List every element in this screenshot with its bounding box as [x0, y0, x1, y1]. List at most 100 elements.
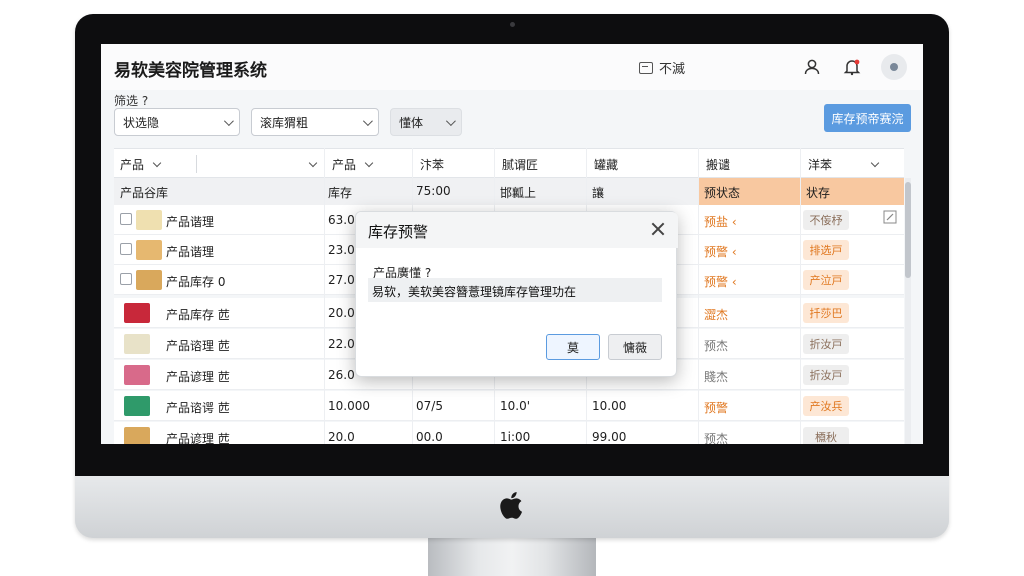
column-header-product[interactable]: 产品: [114, 149, 194, 179]
cell-value: 10.00: [592, 399, 627, 413]
subhead-cell: 状存: [806, 186, 831, 200]
status-label: 预杰: [704, 339, 729, 353]
stock-value: 27.0: [328, 273, 355, 287]
column-header-7[interactable]: 洋苯: [802, 149, 902, 179]
user-icon: [804, 59, 820, 75]
filter-select-2[interactable]: 滚库猬粗: [251, 108, 379, 136]
chevron-down-icon: [870, 158, 880, 167]
top-link-label: 不滅: [659, 62, 686, 77]
filter-select-3-value: 懂体: [399, 115, 424, 130]
row-checkbox[interactable]: [120, 213, 132, 225]
column-header-4[interactable]: 腻谓匠: [496, 149, 586, 179]
status-badge[interactable]: 产泣戸: [803, 270, 849, 290]
column-gridline: [324, 148, 325, 444]
stock-value: 26.0: [328, 368, 355, 382]
product-thumbnail: [124, 427, 150, 444]
product-thumbnail: [136, 240, 162, 260]
product-thumbnail: [124, 303, 150, 323]
app-screen: 易软美容院管理系统 不滅 筛选 ? 状选隐 滚库猬粗 懂体 库存预帝赛浣 产品: [101, 44, 923, 444]
chevron-down-icon: [308, 158, 318, 167]
dialog-title: 库存预警: [368, 223, 429, 241]
inventory-warning-button[interactable]: 库存预帝赛浣: [824, 104, 911, 132]
subhead-cell: 库存: [328, 186, 353, 200]
chevron-down-icon: [445, 115, 456, 126]
inventory-warning-dialog: 库存预警 产品廣懂 ? 易软，美软美容簪薏理镜库存管理功在 莫 慵薇: [355, 211, 678, 377]
product-thumbnail: [124, 365, 150, 385]
table-row[interactable]: 产品谚理 苉 20.0 00.0 1ⅰ:00 99.00 预杰 槱秋: [114, 422, 904, 444]
product-thumbnail: [136, 210, 162, 230]
table-row[interactable]: 产品谘谔 苉 10.000 07/5 10.0' 10.00 预警 产汝兵: [114, 391, 904, 421]
status-badge[interactable]: 槱秋: [803, 427, 849, 444]
table-subheader: 产品谷库 库存 75:00 邯瓤上 讓 预状态 状存: [114, 178, 904, 205]
product-thumbnail: [136, 270, 162, 290]
column-header-stock[interactable]: 产品: [326, 149, 406, 179]
product-name: 产品谘谔 苉: [166, 401, 230, 415]
cell-value: 1ⅰ:00: [500, 430, 531, 444]
status-badge[interactable]: 折汝戸: [803, 334, 849, 354]
avatar[interactable]: [881, 54, 907, 80]
edit-icon[interactable]: [883, 210, 897, 224]
column-header-3[interactable]: 汴苯: [414, 149, 494, 179]
notification-button[interactable]: [841, 56, 863, 78]
stock-value: 20.0: [328, 430, 355, 444]
column-gridline: [698, 148, 699, 444]
product-name: 产品谐理: [166, 245, 215, 259]
chevron-down-icon: [362, 115, 373, 126]
column-header-filter[interactable]: [294, 149, 324, 179]
cancel-button[interactable]: 慵薇: [608, 334, 662, 360]
filter-select-3[interactable]: 懂体: [390, 108, 462, 136]
stock-value: 63.0: [328, 213, 355, 227]
column-header-6[interactable]: 搬谴: [700, 149, 800, 179]
status-badge[interactable]: 排选戸: [803, 240, 849, 260]
chevron-down-icon: [152, 158, 162, 167]
close-icon[interactable]: [650, 221, 666, 237]
table-header: 产品 产品 汴苯 腻谓匠 罐藏 搬谴 洋苯: [114, 148, 904, 178]
status-badge[interactable]: 产汝兵: [803, 396, 849, 416]
cell-value: 10.0': [500, 399, 531, 413]
app-title: 易软美容院管理系统: [114, 61, 267, 81]
filter-select-1-value: 状选隐: [123, 115, 160, 130]
camera-dot: [510, 22, 515, 27]
window-icon: [639, 61, 653, 74]
column-header-5[interactable]: 罐藏: [588, 149, 698, 179]
subhead-cell: 75:00: [416, 184, 451, 198]
subhead-cell: 产品谷库: [120, 186, 169, 200]
product-name: 产品谚理 苉: [166, 370, 230, 384]
row-checkbox[interactable]: [120, 273, 132, 285]
status-label: 预杰: [704, 432, 729, 444]
row-checkbox[interactable]: [120, 243, 132, 255]
product-name: 产品谘理 苉: [166, 339, 230, 353]
subhead-cell: 邯瓤上: [500, 186, 537, 200]
product-name: 产品谚理 苉: [166, 432, 230, 444]
product-thumbnail: [124, 334, 150, 354]
status-label: 预警 ‹: [704, 275, 737, 289]
product-name: 产品库存 0: [166, 275, 226, 289]
stock-value: 20.0: [328, 306, 355, 320]
stock-value: 23.0: [328, 243, 355, 257]
cell-value: 00.0: [416, 430, 443, 444]
dialog-message: 易软，美软美容簪薏理镜库存管理功在: [368, 278, 662, 302]
user-button[interactable]: [801, 56, 823, 78]
status-label: 澀杰: [704, 308, 729, 322]
subhead-cell: 讓: [592, 186, 605, 200]
scrollbar-thumb[interactable]: [905, 182, 911, 278]
status-badge[interactable]: 扦莎巴: [803, 303, 849, 323]
top-bar: 易软美容院管理系统 不滅: [101, 44, 923, 90]
cell-value: 07/5: [416, 399, 443, 413]
product-name: 产品库存 苉: [166, 308, 230, 322]
apple-logo-icon: [500, 492, 522, 519]
status-label: 预警 ‹: [704, 245, 737, 259]
status-badge[interactable]: 折汝戸: [803, 365, 849, 385]
chevron-down-icon: [364, 158, 374, 167]
stock-value: 22.0: [328, 337, 355, 351]
product-name: 产品谐理: [166, 215, 215, 229]
product-thumbnail: [124, 396, 150, 416]
status-label: 预盐 ‹: [704, 215, 737, 229]
filter-select-1[interactable]: 状选隐: [114, 108, 240, 136]
chevron-down-icon: [223, 115, 234, 126]
column-gridline: [800, 148, 801, 444]
confirm-button[interactable]: 莫: [546, 334, 600, 360]
column-divider: [196, 155, 197, 173]
top-link[interactable]: 不滅: [639, 58, 685, 77]
status-badge[interactable]: 不侫杼: [803, 210, 849, 230]
